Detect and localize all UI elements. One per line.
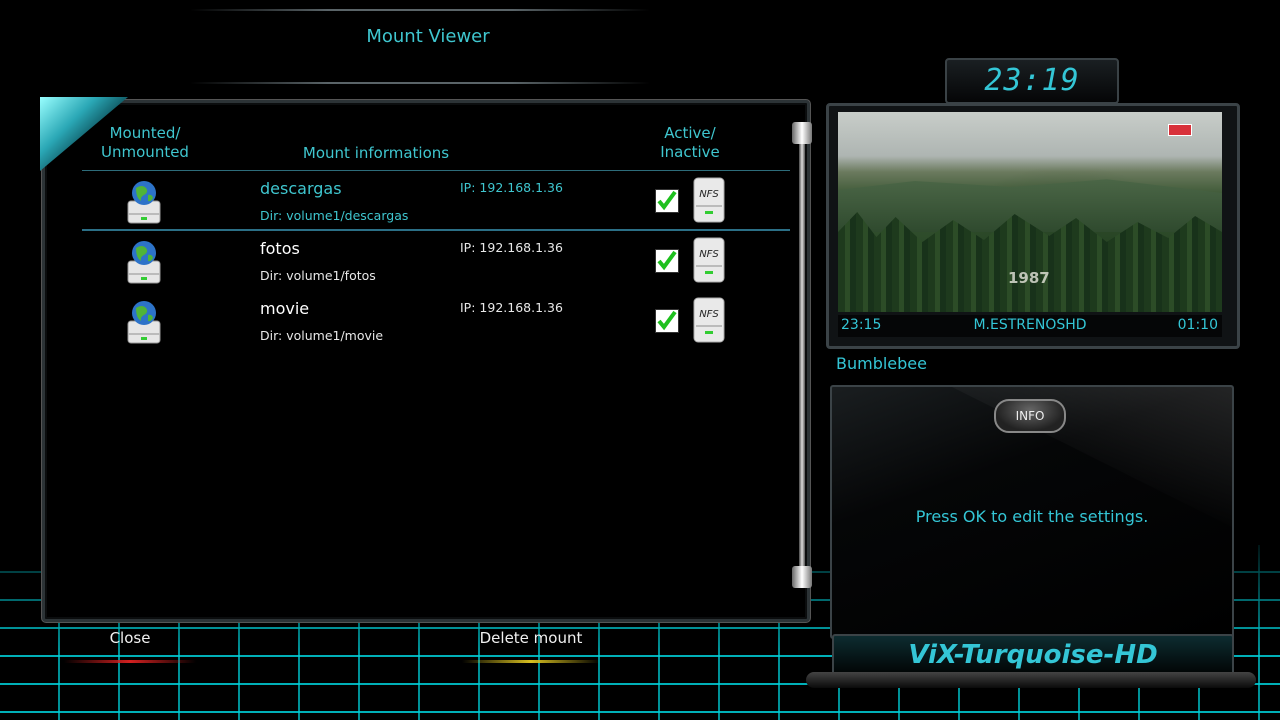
nfs-drive-icon: NFS xyxy=(693,237,725,283)
nfs-label: NFS xyxy=(699,309,719,320)
panel-stand xyxy=(806,672,1256,688)
screen-title: Mount Viewer xyxy=(366,26,490,47)
network-drive-icon xyxy=(127,241,161,284)
list-divider xyxy=(82,170,790,171)
tv-preview: 1987 23:15 M.ESTRENOSHD 01:10 xyxy=(826,103,1240,349)
mount-dir: Dir: volume1/movie xyxy=(260,328,384,343)
info-message: Press OK to edit the settings. xyxy=(915,507,1149,526)
mount-row-movie[interactable]: movie Dir: volume1/movie IP: 192.168.1.3… xyxy=(82,293,790,353)
mount-row-fotos[interactable]: fotos Dir: volume1/fotos IP: 192.168.1.3… xyxy=(82,233,790,293)
column-header-active-line1: Active/ xyxy=(664,124,716,142)
mount-ip: IP: 192.168.1.36 xyxy=(460,240,563,255)
mount-ip: IP: 192.168.1.36 xyxy=(460,300,563,315)
column-header-info: Mount informations xyxy=(302,144,450,162)
skin-brand-logo: ViX-Turquoise-HD xyxy=(908,640,1158,670)
tv-overlay-year: 1987 xyxy=(1008,269,1050,287)
title-bottom-line xyxy=(190,82,650,84)
mount-name: descargas xyxy=(260,179,342,198)
close-button-red-bar xyxy=(64,660,196,663)
now-playing-title: Bumblebee xyxy=(836,354,927,373)
scroll-down-arrow[interactable] xyxy=(792,566,812,588)
delete-button-yellow-bar xyxy=(462,660,600,663)
delete-mount-button[interactable]: Delete mount xyxy=(462,629,600,647)
nfs-label: NFS xyxy=(699,189,719,200)
title-top-line xyxy=(190,9,650,11)
active-checkbox[interactable] xyxy=(655,249,679,273)
mount-row-descargas[interactable]: descargas Dir: volume1/descargas IP: 192… xyxy=(82,173,790,233)
active-checkbox[interactable] xyxy=(655,309,679,333)
channel-logo-icon xyxy=(1168,124,1192,136)
info-button[interactable]: INFO xyxy=(994,399,1066,433)
network-drive-icon xyxy=(127,301,161,344)
column-header-active: Active/ Inactive xyxy=(648,124,732,162)
column-header-active-line2: Inactive xyxy=(660,143,720,161)
info-panel: INFO Press OK to edit the settings. xyxy=(830,385,1234,639)
active-checkbox[interactable] xyxy=(655,189,679,213)
mount-name: movie xyxy=(260,299,310,318)
tv-info-bar: 23:15 M.ESTRENOSHD 01:10 xyxy=(838,315,1222,337)
mount-name: fotos xyxy=(260,239,300,258)
selection-divider xyxy=(82,229,790,231)
column-header-mounted: Mounted/ Unmounted xyxy=(92,124,198,162)
column-header-mounted-line2: Unmounted xyxy=(101,143,189,161)
program-duration: 01:10 xyxy=(1177,317,1218,333)
mount-dir: Dir: volume1/descargas xyxy=(260,208,409,223)
live-tv-picture: 1987 xyxy=(838,112,1222,312)
nfs-drive-icon: NFS xyxy=(693,297,725,343)
nfs-label: NFS xyxy=(699,249,719,260)
scroll-up-arrow[interactable] xyxy=(792,122,812,144)
column-header-mounted-line1: Mounted/ xyxy=(109,124,181,142)
clock: 23:19 :00 xyxy=(945,58,1119,140)
mount-ip: IP: 192.168.1.36 xyxy=(460,180,563,195)
close-button[interactable]: Close xyxy=(64,629,196,647)
list-scrollbar[interactable] xyxy=(799,130,805,578)
network-drive-icon xyxy=(127,181,161,224)
nfs-drive-icon: NFS xyxy=(693,177,725,223)
mount-dir: Dir: volume1/fotos xyxy=(260,268,376,283)
channel-name: M.ESTRENOSHD xyxy=(973,317,1087,333)
